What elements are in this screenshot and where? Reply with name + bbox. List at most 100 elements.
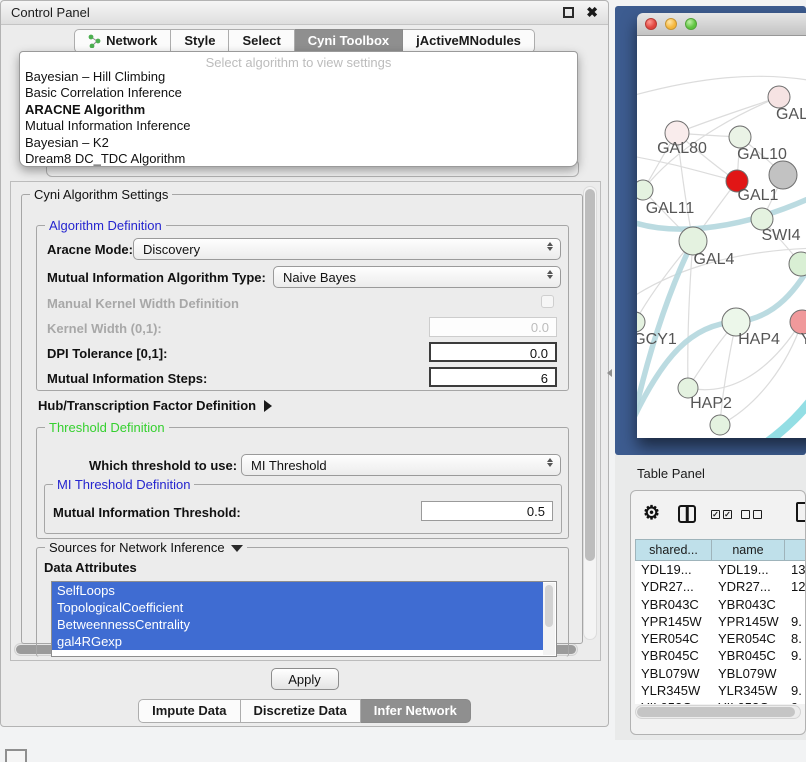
table-cell: 9	[785, 699, 806, 704]
split-pane-handle[interactable]	[607, 369, 612, 377]
mi-threshold-label: Mutual Information Threshold:	[53, 505, 241, 520]
attribute-item-betweennesscentrality[interactable]: BetweennessCentrality	[52, 616, 543, 633]
algorithm-option-bayesian-hill-climbing[interactable]: Bayesian – Hill Climbing	[20, 69, 577, 85]
threshold-definition-group: Threshold Definition Which threshold to …	[36, 427, 569, 539]
manual-kernel-width-label: Manual Kernel Width Definition	[47, 296, 239, 311]
minimize-traffic-light-icon[interactable]	[665, 18, 677, 30]
zoom-traffic-light-icon[interactable]	[685, 18, 697, 30]
table-row[interactable]: YBR043CYBR043C	[635, 596, 806, 613]
network-edge[interactable]	[637, 156, 737, 181]
table-cell: YIL052C	[635, 699, 712, 704]
collapse-arrow-icon	[231, 545, 243, 552]
table-row[interactable]: YBR045CYBR045C9.	[635, 647, 806, 664]
table-cell: YBR043C	[712, 596, 785, 613]
kernel-width-label: Kernel Width (0,1):	[47, 321, 162, 336]
hub-definition-toggle[interactable]: Hub/Transcription Factor Definition	[38, 398, 272, 413]
settings-vertical-scrollbar[interactable]	[583, 186, 597, 640]
close-icon[interactable]: ✖	[586, 7, 598, 18]
table-row[interactable]: YPR145WYPR145W9.	[635, 613, 806, 630]
algorithm-option-aracne-algorithm[interactable]: ARACNE Algorithm	[20, 102, 577, 118]
tab-jactivemnodules[interactable]: jActiveMNodules	[403, 29, 535, 53]
mi-threshold-field[interactable]: 0.5	[421, 501, 553, 521]
node-label-gcy1: GCY1	[637, 331, 677, 348]
algorithm-option-bayesian-k2[interactable]: Bayesian – K2	[20, 135, 577, 151]
tab-discretize-data[interactable]: Discretize Data	[241, 699, 361, 723]
table-cell: YLR345W	[635, 682, 712, 699]
cyni-mode-tabs: Impute DataDiscretize DataInfer Network	[1, 699, 608, 723]
node-table: shared...name YDL19...YDL19...13YDR27...…	[635, 539, 806, 704]
gear-icon[interactable]: ⚙	[643, 502, 660, 525]
table-horizontal-scrollbar[interactable]	[635, 705, 801, 719]
mi-algorithm-type-combo[interactable]: Naive Bayes	[273, 266, 561, 288]
network-node-gcy1[interactable]	[637, 312, 645, 332]
kernel-width-field[interactable]: 0.0	[429, 317, 557, 337]
network-window[interactable]: GALGAL80GAL10GAL1GAL11SWI4GAL4GCY1HAP4YH…	[637, 13, 806, 438]
table-row[interactable]: YIL052CYIL052C9	[635, 699, 806, 704]
network-node-gal11[interactable]	[637, 180, 653, 200]
network-canvas[interactable]: GALGAL80GAL10GAL1GAL11SWI4GAL4GCY1HAP4YH…	[637, 36, 806, 438]
manual-kernel-width-checkbox[interactable]	[541, 295, 554, 308]
tab-cyni-toolbox[interactable]: Cyni Toolbox	[295, 29, 403, 53]
table-cell	[785, 665, 806, 682]
algorithm-option-dream8-dc-tdc-algorithm[interactable]: Dream8 DC_TDC Algorithm	[20, 151, 577, 167]
algorithm-option-basic-correlation-inference[interactable]: Basic Correlation Inference	[20, 85, 577, 101]
network-node-gal10[interactable]	[729, 126, 751, 148]
spinner-arrows-icon	[547, 270, 553, 279]
cyni-algorithm-settings-title: Cyni Algorithm Settings	[30, 187, 172, 202]
sources-title[interactable]: Sources for Network Inference	[45, 540, 247, 555]
table-cell	[785, 596, 806, 613]
close-traffic-light-icon[interactable]	[645, 18, 657, 30]
aracne-mode-combo[interactable]: Discovery	[133, 238, 561, 260]
deselect-all-checkboxes-icon[interactable]	[741, 510, 762, 519]
attributes-scrollbar[interactable]	[543, 583, 555, 655]
which-threshold-combo[interactable]: MI Threshold	[241, 454, 561, 476]
column-header-shared[interactable]: shared...	[635, 539, 712, 561]
table-cell: YER054C	[712, 630, 785, 647]
table-row[interactable]: YDR27...YDR27...12	[635, 578, 806, 595]
float-window-icon[interactable]	[563, 7, 574, 18]
select-all-checkboxes-icon[interactable]: ✓✓	[711, 510, 732, 519]
column-layout-icon[interactable]	[678, 505, 696, 523]
minimized-window-icon[interactable]	[5, 749, 27, 762]
control-panel-titlebar: Control Panel ✖	[1, 1, 608, 25]
algorithm-definition-group: Algorithm Definition Aracne Mode: Discov…	[36, 225, 569, 391]
tab-infer-network[interactable]: Infer Network	[361, 699, 471, 723]
tab-impute-data[interactable]: Impute Data	[138, 699, 240, 723]
tab-network[interactable]: Network	[74, 29, 171, 53]
network-edge[interactable]	[688, 241, 693, 388]
table-row[interactable]: YDL19...YDL19...13	[635, 561, 806, 578]
table-row[interactable]: YBL079WYBL079W	[635, 665, 806, 682]
network-node[interactable]	[789, 252, 806, 276]
tab-select[interactable]: Select	[229, 29, 294, 53]
table-cell: YBR045C	[635, 647, 712, 664]
table-cell: 8.	[785, 630, 806, 647]
network-edge[interactable]	[765, 390, 806, 438]
cyni-algorithm-settings-group: Cyni Algorithm Settings Algorithm Defini…	[21, 194, 583, 644]
control-panel-tabs: NetworkStyleSelectCyni ToolboxjActiveMNo…	[1, 29, 608, 53]
table-row[interactable]: YLR345WYLR345W9.	[635, 682, 806, 699]
apply-button[interactable]: Apply	[271, 668, 339, 690]
control-panel-window: Control Panel ✖ NetworkStyleSelectCyni T…	[0, 0, 609, 727]
column-header-extra[interactable]	[785, 539, 806, 561]
network-edge[interactable]	[685, 97, 779, 130]
column-header-name[interactable]: name	[712, 539, 785, 561]
table-row[interactable]: YER054CYER054C8.	[635, 630, 806, 647]
dpi-tolerance-label: DPI Tolerance [0,1]:	[47, 346, 167, 361]
algorithm-option-mutual-information-inference[interactable]: Mutual Information Inference	[20, 118, 577, 134]
tab-style[interactable]: Style	[171, 29, 229, 53]
table-cell: 12	[785, 578, 806, 595]
network-node[interactable]	[769, 161, 797, 189]
network-node-gal[interactable]	[768, 86, 790, 108]
new-table-icon[interactable]	[796, 502, 806, 522]
attribute-item-topologicalcoefficient[interactable]: TopologicalCoefficient	[52, 599, 543, 616]
attribute-item-selfloops[interactable]: SelfLoops	[52, 582, 543, 599]
table-cell: 9.	[785, 682, 806, 699]
table-cell: YBL079W	[712, 665, 785, 682]
dpi-tolerance-field[interactable]: 0.0	[429, 342, 557, 362]
data-attributes-list[interactable]: SelfLoopsTopologicalCoefficientBetweenne…	[51, 581, 557, 657]
network-node[interactable]	[710, 415, 730, 435]
cyni-settings-scrollpane: Cyni Algorithm Settings Algorithm Defini…	[10, 181, 601, 661]
spinner-arrows-icon	[547, 458, 553, 467]
mi-steps-field[interactable]: 6	[429, 367, 557, 387]
attribute-item-gal4rgexp[interactable]: gal4RGexp	[52, 633, 543, 650]
